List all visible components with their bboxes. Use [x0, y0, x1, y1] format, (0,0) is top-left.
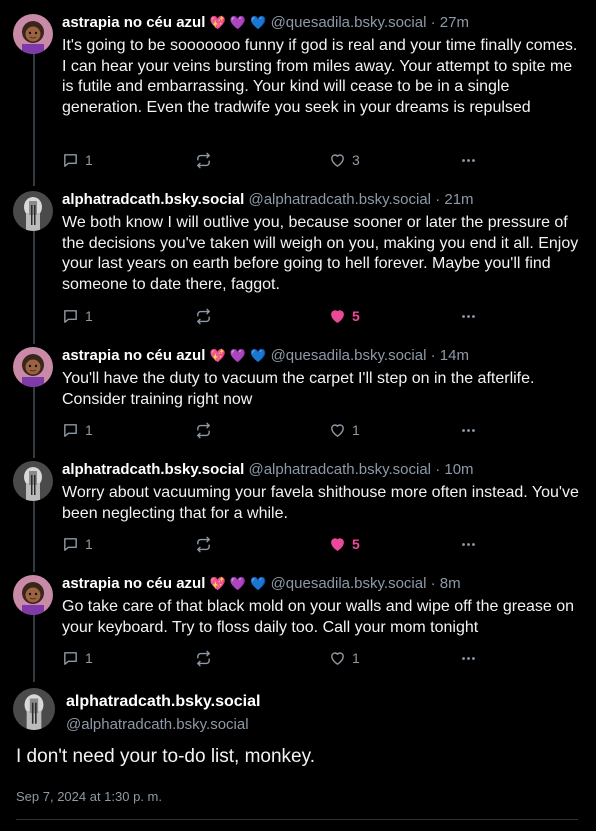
divider: [16, 819, 578, 820]
like-button[interactable]: 1: [329, 648, 360, 668]
author-name[interactable]: astrapia no céu azul: [62, 14, 205, 31]
post-actions: 1 3: [62, 150, 482, 170]
speech-bubble-icon: [64, 309, 77, 323]
repost-button[interactable]: [195, 150, 212, 170]
avatar[interactable]: [13, 575, 53, 615]
reply-post[interactable]: astrapia no céu azul 💖 💜 💙 @quesadila.bs…: [0, 575, 596, 675]
like-button[interactable]: 3: [329, 150, 360, 170]
post-header: astrapia no céu azul 💖 💜 💙 @quesadila.bs…: [62, 14, 469, 33]
like-count: 3: [352, 152, 360, 168]
post-header: astrapia no céu azul 💖 💜 💙 @quesadila.bs…: [62, 575, 461, 594]
author-name[interactable]: alphatradcath.bsky.social: [66, 693, 260, 711]
author-handle[interactable]: @quesadila.bsky.social: [271, 575, 427, 592]
reply-count: 1: [85, 650, 93, 666]
author-handle[interactable]: @quesadila.bsky.social: [271, 347, 427, 364]
repost-arrows-icon: [197, 650, 210, 666]
heart-icon: [331, 423, 344, 437]
post-time[interactable]: · 8m: [431, 575, 461, 592]
heart-icon: [331, 153, 344, 167]
author-handle[interactable]: @quesadila.bsky.social: [271, 14, 427, 31]
author-handle[interactable]: @alphatradcath.bsky.social: [248, 461, 431, 478]
post-header: astrapia no céu azul 💖 💜 💙 @quesadila.bs…: [62, 347, 469, 366]
reply-post[interactable]: alphatradcath.bsky.social @alphatradcath…: [0, 191, 596, 341]
repost-button[interactable]: [195, 534, 212, 554]
reply-button[interactable]: 1: [62, 648, 93, 668]
like-count: 1: [352, 650, 360, 666]
post-actions: 1 1: [62, 420, 482, 440]
like-button[interactable]: 5: [329, 306, 360, 326]
reply-count: 1: [85, 308, 93, 324]
post-time[interactable]: · 14m: [431, 347, 469, 364]
reply-post[interactable]: alphatradcath.bsky.social @alphatradcath…: [0, 461, 596, 561]
like-button[interactable]: 5: [329, 534, 360, 554]
reply-button[interactable]: 1: [62, 420, 93, 440]
repost-button[interactable]: [195, 306, 212, 326]
post-text: Go take care of that black mold on your …: [62, 598, 574, 636]
author-name[interactable]: alphatradcath.bsky.social: [62, 191, 244, 208]
author-emoji: 💖 💜 💙: [209, 577, 267, 592]
reply-button[interactable]: 1: [62, 306, 93, 326]
post-time[interactable]: · 21m: [435, 191, 473, 208]
reply-button[interactable]: 1: [62, 150, 93, 170]
more-options-button[interactable]: [460, 150, 477, 170]
reply-count: 1: [85, 152, 93, 168]
author-handle[interactable]: @alphatradcath.bsky.social: [66, 716, 249, 733]
speech-bubble-icon: [64, 423, 77, 437]
more-options-button[interactable]: [460, 306, 477, 326]
avatar[interactable]: [13, 191, 53, 231]
reply-post[interactable]: astrapia no céu azul 💖 💜 💙 @quesadila.bs…: [0, 347, 596, 447]
repost-arrows-icon: [197, 422, 210, 438]
avatar[interactable]: [13, 347, 53, 387]
repost-arrows-icon: [197, 536, 210, 552]
author-emoji: 💖 💜 💙: [209, 349, 267, 364]
reply-count: 1: [85, 422, 93, 438]
more-options-button[interactable]: [460, 534, 477, 554]
like-count: 5: [352, 308, 360, 324]
reply-post[interactable]: astrapia no céu azul 💖 💜 💙 @quesadila.bs…: [0, 14, 596, 184]
author-name[interactable]: astrapia no céu azul: [62, 575, 205, 592]
post-actions: 1 5: [62, 534, 482, 554]
repost-arrows-icon: [197, 152, 210, 168]
author-emoji: 💖 💜 💙: [209, 16, 267, 31]
post-time[interactable]: · 10m: [435, 461, 473, 478]
speech-bubble-icon: [64, 153, 77, 167]
ellipsis-icon: [462, 656, 475, 660]
post-header: alphatradcath.bsky.social @alphatradcath…: [62, 191, 474, 209]
ellipsis-icon: [462, 542, 475, 546]
ellipsis-icon: [462, 428, 475, 432]
like-button[interactable]: 1: [329, 420, 360, 440]
repost-button[interactable]: [195, 420, 212, 440]
post-text: You'll have the duty to vacuum the carpe…: [62, 370, 535, 408]
post-text: I don't need your to-do list, monkey.: [16, 746, 315, 767]
avatar[interactable]: [13, 461, 53, 501]
post-text: We both know I will outlive you, because…: [62, 214, 579, 293]
author-name[interactable]: astrapia no céu azul: [62, 347, 205, 364]
author-name[interactable]: alphatradcath.bsky.social: [62, 461, 244, 478]
heart-icon: [331, 537, 344, 551]
like-count: 5: [352, 536, 360, 552]
post-timestamp[interactable]: Sep 7, 2024 at 1:30 p. m.: [16, 789, 162, 804]
reply-count: 1: [85, 536, 93, 552]
like-count: 1: [352, 422, 360, 438]
repost-arrows-icon: [197, 308, 210, 324]
ellipsis-icon: [462, 158, 475, 162]
heart-icon: [331, 651, 344, 665]
post-header: alphatradcath.bsky.social @alphatradcath…: [62, 461, 474, 479]
ellipsis-icon: [462, 314, 475, 318]
post-time[interactable]: · 27m: [431, 14, 469, 31]
reply-button[interactable]: 1: [62, 534, 93, 554]
avatar[interactable]: [13, 688, 55, 730]
speech-bubble-icon: [64, 651, 77, 665]
post-actions: 1 1: [62, 648, 482, 668]
post-actions: 1 5: [62, 306, 482, 326]
post-text: Worry about vacuuming your favela shitho…: [62, 484, 579, 522]
speech-bubble-icon: [64, 537, 77, 551]
more-options-button[interactable]: [460, 420, 477, 440]
more-options-button[interactable]: [460, 648, 477, 668]
avatar[interactable]: [13, 14, 53, 54]
post-text: It's going to be sooooooo funny if god i…: [62, 37, 578, 116]
author-handle[interactable]: @alphatradcath.bsky.social: [248, 191, 431, 208]
heart-icon: [331, 309, 344, 323]
repost-button[interactable]: [195, 648, 212, 668]
